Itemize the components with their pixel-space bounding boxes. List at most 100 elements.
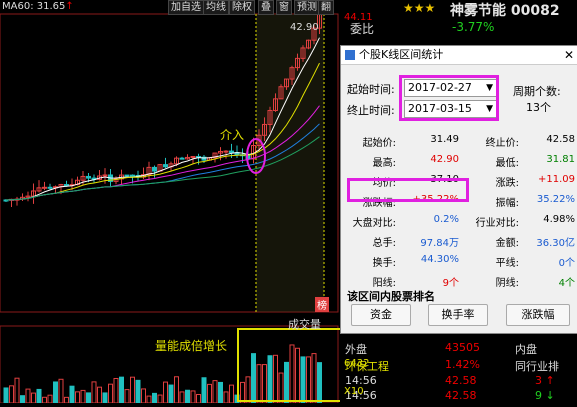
stat-label: 阴线: <box>495 278 519 289</box>
rank-title: 该区间内股票排名 <box>347 290 435 303</box>
volume-bar <box>141 388 146 404</box>
volume-bar <box>317 362 322 404</box>
tick-vol: 3 ↑ <box>535 374 555 387</box>
candle-body <box>64 184 69 187</box>
volume-bar <box>190 390 196 404</box>
volume-bar <box>201 377 207 404</box>
rating-stars: ★★★ <box>403 1 436 15</box>
stat-value: 36.30亿 <box>536 238 575 249</box>
volume-bar <box>25 388 31 404</box>
close-icon[interactable]: ✕ <box>564 46 574 64</box>
volume-bar <box>113 377 119 404</box>
stat-value: 42.90 <box>430 154 459 165</box>
stat-value: 42.58 <box>546 134 575 145</box>
volume-bar <box>130 376 135 404</box>
window-button[interactable]: 窗 <box>276 0 292 15</box>
stat-value: 97.84万 <box>420 238 459 249</box>
volume-bar <box>146 395 152 404</box>
stat-value: 31.49 <box>430 134 459 145</box>
outer-value: 43505 <box>445 341 480 354</box>
stat-label: 行业对比: <box>475 218 519 229</box>
volume-tab[interactable]: 成交量 <box>288 316 321 332</box>
add-favorite-button[interactable]: 加自选 <box>168 0 204 15</box>
outer-label: 外盘 <box>345 343 367 356</box>
volume-bar <box>284 361 289 404</box>
stat-label: 起始价: <box>362 138 396 149</box>
volume-bar <box>267 355 273 404</box>
volume-bar <box>223 391 229 404</box>
ma60-label: MA60: 31.65↑ <box>2 1 74 12</box>
volume-bar <box>218 381 223 404</box>
stat-label: 金额: <box>495 238 519 249</box>
volume-bar <box>306 356 311 404</box>
rank-change-button[interactable]: 涨跌幅 <box>506 304 570 326</box>
stat-label: 平线: <box>495 258 519 269</box>
candle-body <box>223 150 229 153</box>
price-high-label: 42.90 <box>290 22 319 33</box>
flip-button[interactable]: 翻 <box>318 0 334 15</box>
volume-bar <box>58 378 64 404</box>
highlight-box-dates <box>399 75 499 121</box>
stat-label: 换手: <box>372 258 396 269</box>
price-max-tag: 44.11 <box>344 12 373 23</box>
stat-value: 0.2% <box>433 214 459 225</box>
volume-bar <box>295 347 300 404</box>
stat-value: 4个 <box>558 278 575 289</box>
volume-bar <box>47 394 53 404</box>
volume-bar <box>86 392 91 404</box>
volume-bar <box>273 354 278 404</box>
stat-label: 总手: <box>372 238 396 249</box>
stat-label: 大盘对比: <box>352 218 396 229</box>
forecast-button[interactable]: 预测 <box>294 0 320 15</box>
candle-body <box>124 174 130 177</box>
overlay-button[interactable]: 叠 <box>258 0 274 15</box>
volume-bar <box>278 372 284 404</box>
dialog-titlebar[interactable]: 个股K线区间统计 ✕ <box>341 46 577 65</box>
tick-vol: 9 ↓ <box>535 389 555 402</box>
volume-bar <box>36 388 42 404</box>
volume-bar <box>119 376 124 404</box>
rank-amount-button[interactable]: 资金 <box>351 304 411 326</box>
volume-bar <box>311 353 317 404</box>
stat-value: 0个 <box>558 258 575 269</box>
candle-body <box>86 175 91 179</box>
highlight-box-change <box>347 178 469 202</box>
volume-annotation: 量能成倍增长 <box>155 339 228 353</box>
volume-bar <box>152 392 157 404</box>
candle-body <box>152 166 157 172</box>
start-time-label: 起始时间: <box>347 83 395 96</box>
volume-bar <box>42 396 47 404</box>
wb-value: -3.77% <box>452 20 495 34</box>
volume-bar <box>262 364 267 404</box>
rank-turnover-button[interactable]: 换手率 <box>428 304 488 326</box>
candle-body <box>130 174 135 177</box>
volume-bar <box>108 383 113 404</box>
stat-label: 涨跌: <box>495 178 519 189</box>
volume-bar <box>64 396 69 404</box>
tick-price: 42.58 <box>445 389 477 402</box>
volume-bar <box>97 386 102 404</box>
candle-body <box>229 150 234 154</box>
volume-bar <box>207 383 212 404</box>
volume-bar <box>196 393 201 404</box>
ma-button[interactable]: 均线 <box>203 0 229 15</box>
volume-bar <box>14 377 20 404</box>
dialog-title: 个股K线区间统计 <box>359 48 444 61</box>
volume-bar <box>135 379 141 404</box>
stat-label: 阳线: <box>372 278 396 289</box>
volume-bar <box>157 394 163 404</box>
volume-bar <box>20 395 25 404</box>
stat-value: +11.09 <box>537 174 575 185</box>
volume-bar <box>185 389 190 404</box>
interval-stats-dialog[interactable]: 个股K线区间统计 ✕ 起始时间: 2017-02-27 ▼ 终止时间: 2017-… <box>340 45 577 334</box>
volume-bar <box>256 364 262 404</box>
period-label: 周期个数: <box>513 85 561 98</box>
app-icon <box>345 50 355 60</box>
volume-bar <box>91 381 97 404</box>
exright-button[interactable]: 除权 <box>229 0 255 15</box>
tick-price: 42.58 <box>445 374 477 387</box>
kline-chart[interactable]: MA60: 31.65↑ 加自选 均线 除权 叠 窗 预测 翻 42.90 介入… <box>0 0 343 404</box>
stat-value: 35.22% <box>536 194 575 205</box>
rod-badge: 榜 <box>315 297 329 312</box>
volume-bar <box>289 344 295 404</box>
